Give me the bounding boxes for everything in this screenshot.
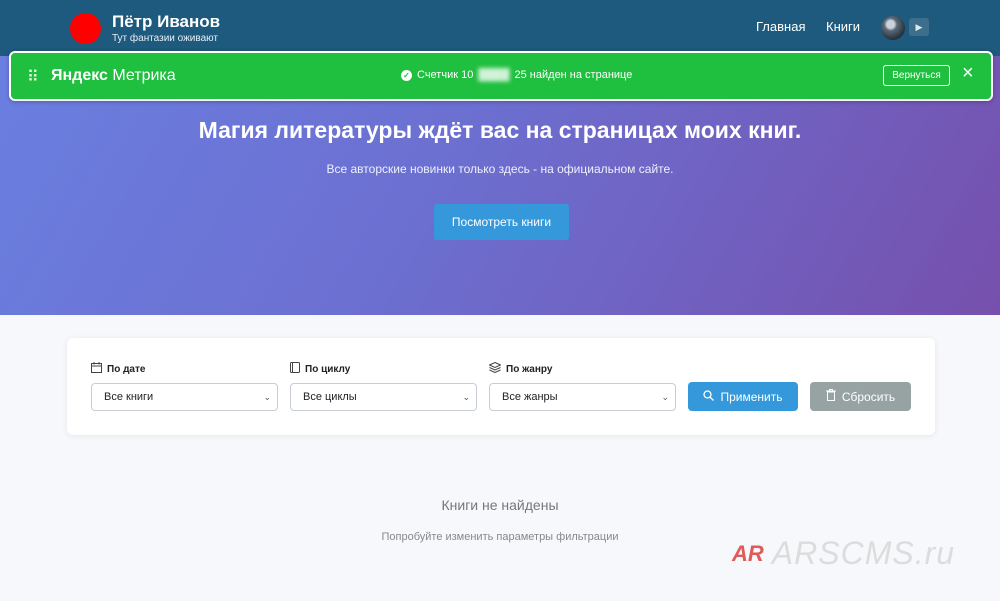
filter-cycle-label: По циклу: [290, 362, 477, 376]
layers-icon: [488, 361, 502, 376]
reset-label: Сбросить: [841, 389, 896, 404]
genre-select-value: Все жанры: [502, 391, 558, 403]
play-icon: ▶: [915, 21, 923, 32]
view-books-button[interactable]: Посмотреть книги: [434, 204, 569, 240]
calendar-icon: [91, 362, 102, 376]
chevron-down-icon: ⌄: [263, 391, 271, 402]
drag-handle-icon[interactable]: ⠿: [27, 67, 39, 87]
filter-genre-label: По жанру: [488, 361, 676, 376]
apply-label: Применить: [720, 389, 783, 404]
filter-cycle-label-text: По циклу: [305, 363, 351, 375]
book-icon: [290, 362, 300, 376]
watermark-text: ARSCMS.ru: [771, 535, 956, 571]
genre-select[interactable]: Все жанры ⌄: [489, 383, 676, 411]
yandex-metrika-bar: ⠿ Яндекс Метрика ✓ Счетчик 10 ████ 25 найд…: [9, 51, 993, 101]
status-counter-hidden: ████: [478, 69, 510, 81]
filter-panel: По дате Все книги ⌄ По циклу Все циклы ⌄…: [67, 338, 935, 435]
user-menu-button[interactable]: ▶: [909, 18, 929, 36]
return-button[interactable]: Вернуться: [883, 65, 950, 86]
filter-genre: По жанру Все жанры ⌄: [488, 361, 676, 411]
date-select-value: Все книги: [104, 391, 154, 403]
cycle-select-value: Все циклы: [303, 391, 357, 403]
filter-date: По дате Все книги ⌄: [91, 362, 278, 411]
hero-subtitle: Все авторские новинки только здесь - на …: [326, 162, 674, 176]
search-icon: [703, 389, 715, 404]
metrika-status: ✓ Счетчик 10 ████ 25 найден на странице: [401, 69, 632, 81]
filter-genre-label-text: По жанру: [506, 363, 553, 375]
user-avatar[interactable]: [881, 16, 905, 40]
status-suffix: 25 найден на странице: [514, 69, 633, 81]
apply-button[interactable]: Применить: [688, 382, 798, 411]
date-select[interactable]: Все книги ⌄: [91, 383, 278, 411]
hero-title: Магия литературы ждёт вас на страницах м…: [198, 117, 802, 143]
brand-name[interactable]: Пётр Иванов: [112, 12, 220, 32]
metrika-logo-bold: Яндекс: [51, 67, 108, 84]
filter-date-label-text: По дате: [107, 363, 146, 375]
nav-home-link[interactable]: Главная: [756, 19, 805, 34]
metrika-logo: Яндекс Метрика: [51, 67, 176, 85]
brand-tagline: Тут фантазии оживают: [112, 33, 219, 44]
empty-state-title: Книги не найдены: [441, 497, 559, 513]
watermark-mark: AR: [732, 540, 764, 566]
reset-button[interactable]: Сбросить: [810, 382, 911, 411]
metrika-logo-light: Метрика: [107, 67, 176, 84]
cycle-select[interactable]: Все циклы ⌄: [290, 383, 477, 411]
site-logo[interactable]: [70, 13, 101, 44]
close-icon[interactable]: ×: [962, 63, 974, 83]
site-header: Пётр Иванов Тут фантазии оживают Главная…: [0, 0, 1000, 56]
nav-books-link[interactable]: Книги: [826, 19, 860, 34]
chevron-down-icon: ⌄: [462, 391, 470, 402]
filter-cycle: По циклу Все циклы ⌄: [290, 362, 477, 411]
trash-icon: [825, 389, 836, 404]
chevron-down-icon: ⌄: [661, 391, 669, 402]
filter-date-label: По дате: [91, 362, 278, 376]
watermark: AR ARSCMS.ru: [732, 535, 955, 572]
status-prefix: Счетчик 10: [417, 69, 474, 81]
check-circle-icon: ✓: [401, 69, 412, 81]
